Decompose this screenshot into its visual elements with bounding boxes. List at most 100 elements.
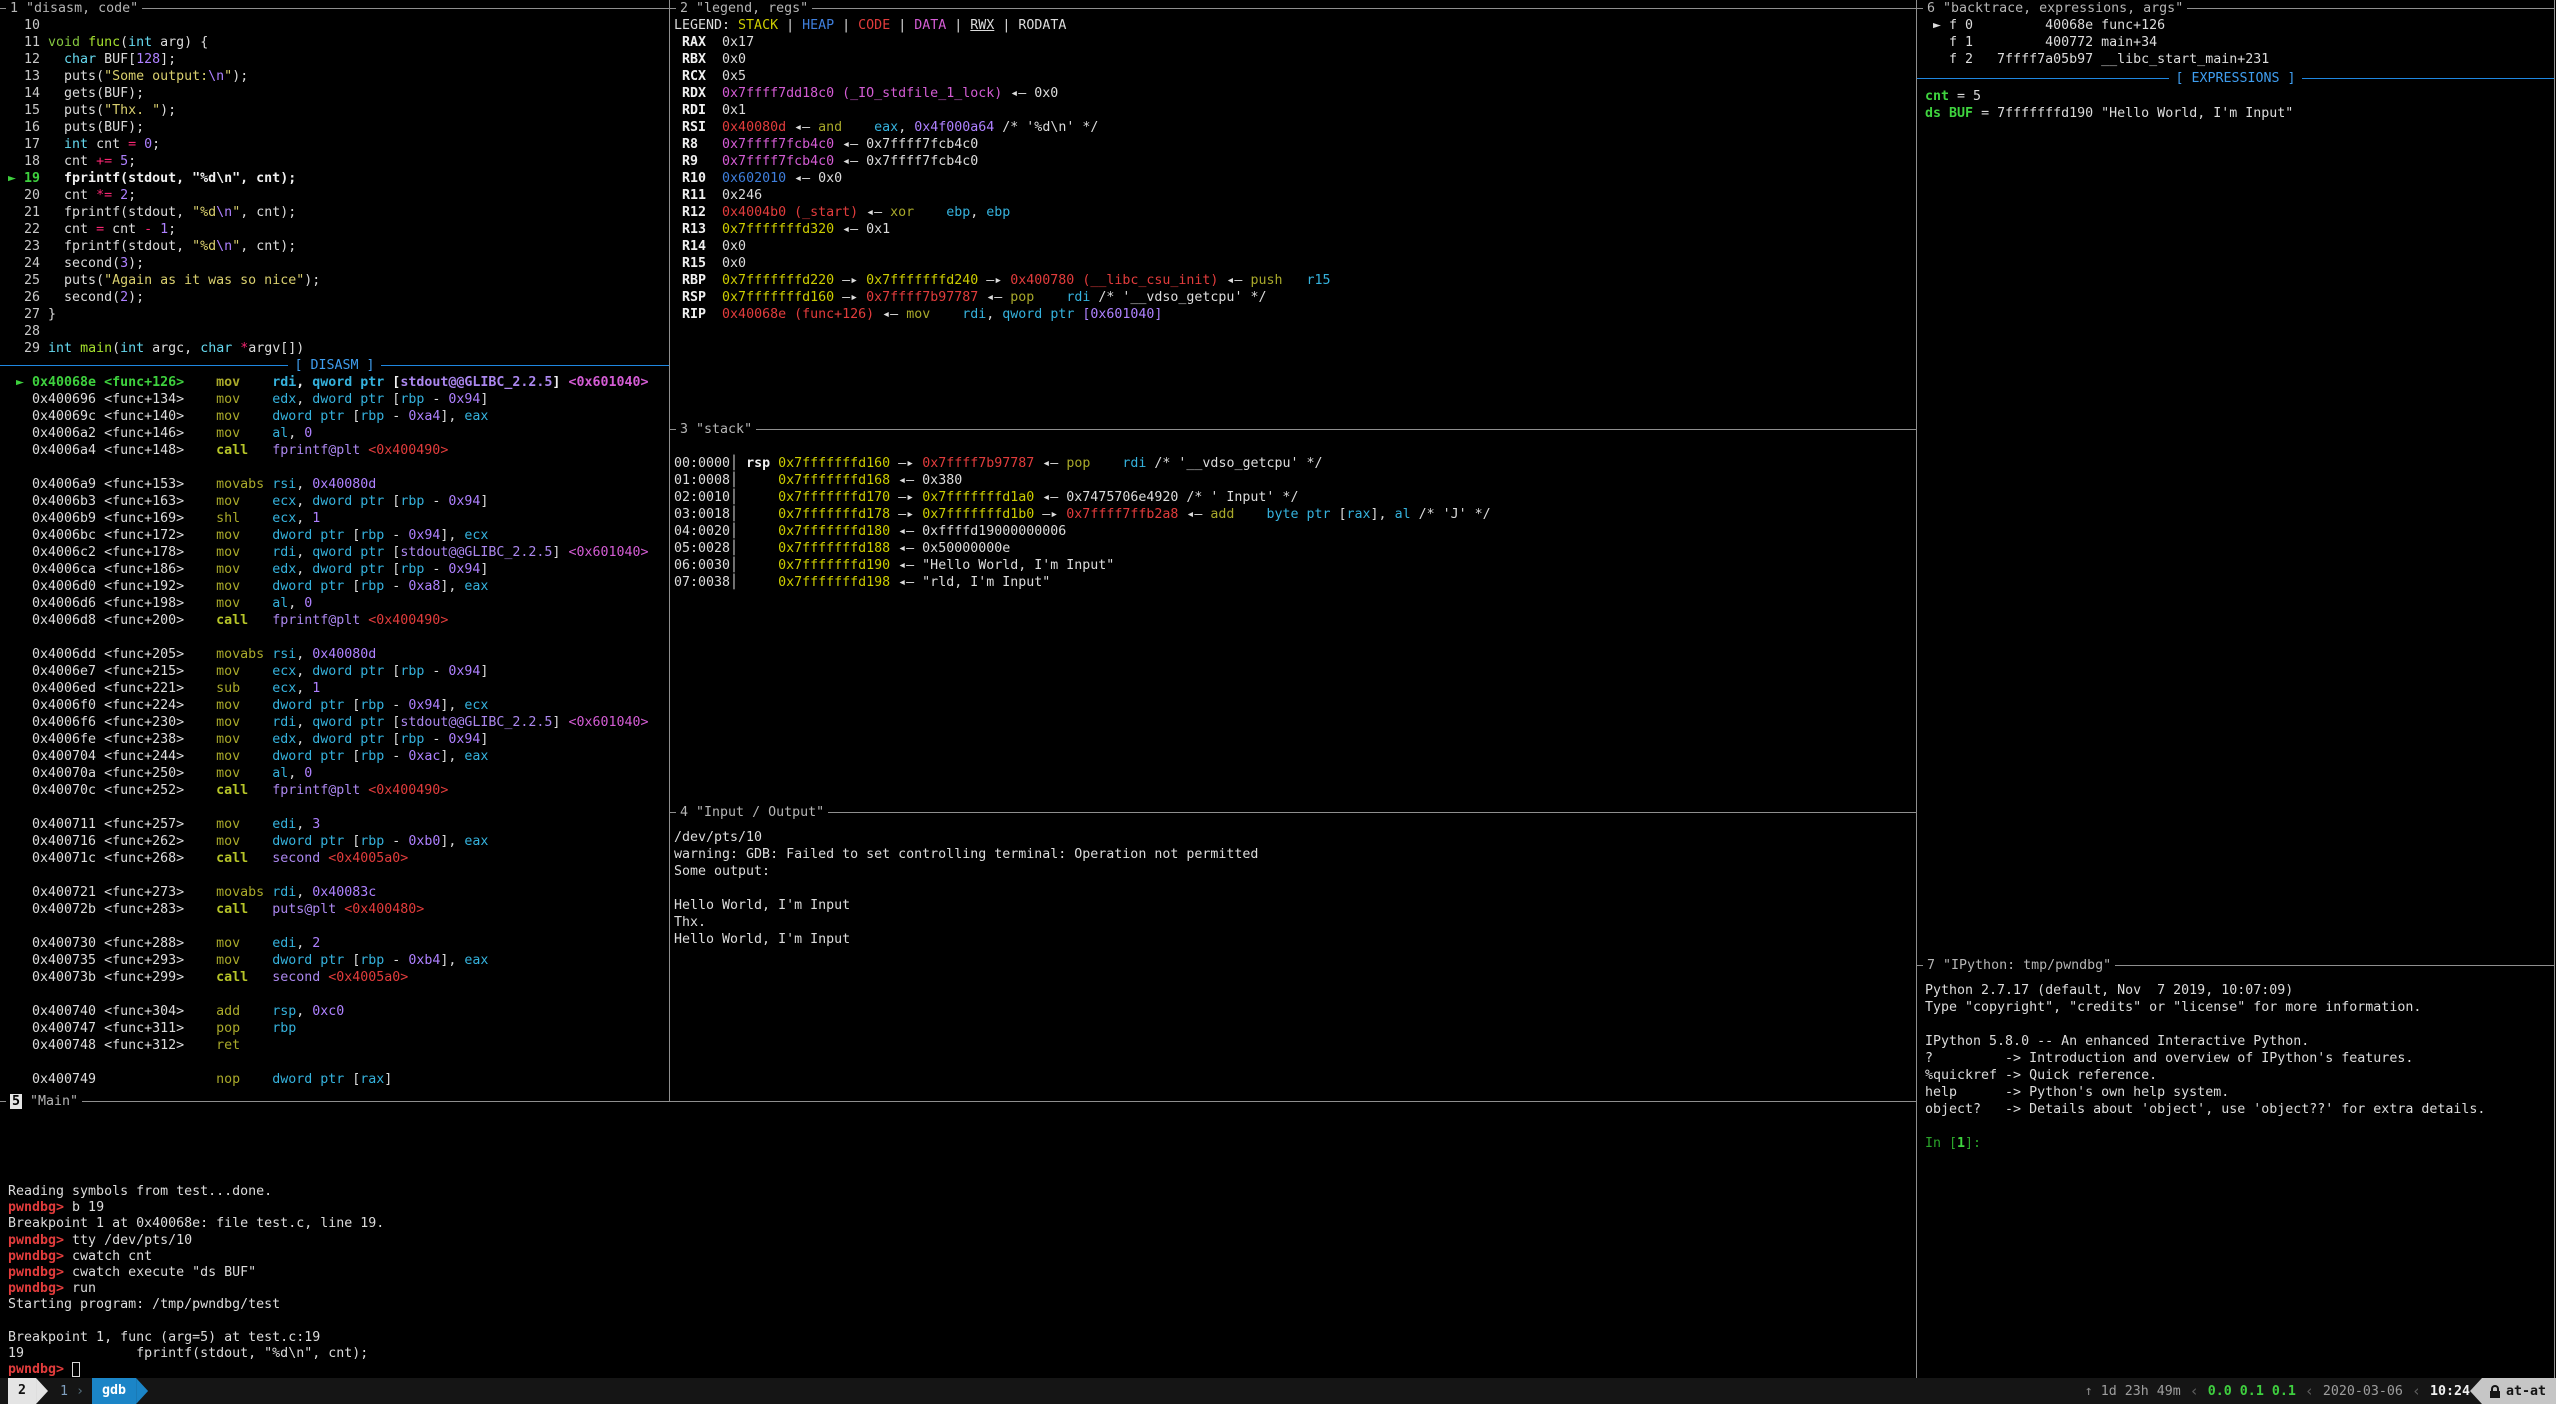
terminal-line: 01:0008│ 0x7fffffffd168 ◂— 0x380 bbox=[674, 472, 1491, 489]
terminal-line: Hello World, I'm Input bbox=[674, 897, 1258, 914]
terminal-line: Hello World, I'm Input bbox=[674, 931, 1258, 948]
terminal-line: 10 bbox=[8, 17, 320, 34]
terminal-line: Breakpoint 1 at 0x40068e: file test.c, l… bbox=[8, 1216, 384, 1232]
stack-rows: 00:0000│ rsp 0x7fffffffd160 —▸ 0x7ffff7b… bbox=[674, 455, 1491, 591]
pane-backtrace[interactable]: ► f 0 40068e func+126 f 1 400772 main+34… bbox=[1917, 0, 2554, 965]
pane-disasm-code[interactable]: 10 11 void func(int arg) { 12 char BUF[1… bbox=[0, 0, 669, 1101]
angle-separator-icon: ‹ bbox=[2296, 1382, 2323, 1400]
terminal-line: ► 19 fprintf(stdout, "%d\n", cnt); bbox=[8, 170, 320, 187]
terminal-line: 24 second(3); bbox=[8, 255, 320, 272]
terminal-line: 0x4006ca <func+186> mov edx, dword ptr [… bbox=[8, 561, 649, 578]
terminal-line: 0x4006a4 <func+148> call fprintf@plt <0x… bbox=[8, 442, 649, 459]
terminal-line: 22 cnt = cnt - 1; bbox=[8, 221, 320, 238]
terminal-line: 0x4006ed <func+221> sub ecx, 1 bbox=[8, 680, 649, 697]
terminal-line: 0x4006b3 <func+163> mov ecx, dword ptr [… bbox=[8, 493, 649, 510]
terminal-line: 0x4006bc <func+172> mov dword ptr [rbp -… bbox=[8, 527, 649, 544]
terminal-line bbox=[1925, 1016, 2485, 1033]
terminal-line: Starting program: /tmp/pwndbg/test bbox=[8, 1297, 384, 1313]
terminal-line: Some output: bbox=[674, 863, 1258, 880]
terminal-line: 06:0030│ 0x7fffffffd190 ◂— "Hello World,… bbox=[674, 557, 1491, 574]
terminal-line: 04:0020│ 0x7fffffffd180 ◂— 0xffffd190000… bbox=[674, 523, 1491, 540]
expressions: cnt = 5ds BUF = 7fffffffd190 "Hello Worl… bbox=[1925, 88, 2293, 122]
window-index[interactable]: 1 bbox=[60, 1384, 68, 1399]
registers: LEGEND: STACK | HEAP | CODE | DATA | RWX… bbox=[674, 17, 1331, 323]
uptime-arrow-icon: ↑ bbox=[2085, 1384, 2093, 1399]
powerline-arrow-icon bbox=[36, 1378, 48, 1404]
terminal-line bbox=[8, 1314, 384, 1330]
ipython-console: Python 2.7.17 (default, Nov 7 2019, 10:0… bbox=[1925, 982, 2485, 1152]
terminal-line: 15 puts("Thx. "); bbox=[8, 102, 320, 119]
terminal-line: pwndbg> bbox=[8, 1362, 384, 1378]
terminal-line: 16 puts(BUF); bbox=[8, 119, 320, 136]
terminal-line: 17 int cnt = 0; bbox=[8, 136, 320, 153]
terminal-line: R14 0x0 bbox=[674, 238, 1331, 255]
disassembly: ► 0x40068e <func+126> mov rdi, qword ptr… bbox=[8, 374, 649, 1088]
powerline-arrow-icon bbox=[2470, 1378, 2482, 1404]
terminal-line: 14 gets(BUF); bbox=[8, 85, 320, 102]
pane-ipython[interactable]: Python 2.7.17 (default, Nov 7 2019, 10:0… bbox=[1917, 965, 2554, 1378]
terminal-line: Thx. bbox=[674, 914, 1258, 931]
terminal-line bbox=[1925, 1118, 2485, 1135]
terminal-line: 21 fprintf(stdout, "%d\n", cnt); bbox=[8, 204, 320, 221]
terminal-line: 0x4006f6 <func+230> mov rdi, qword ptr [… bbox=[8, 714, 649, 731]
pane-legend-regs[interactable]: LEGEND: STACK | HEAP | CODE | DATA | RWX… bbox=[670, 0, 1916, 429]
terminal-line: 0x40070a <func+250> mov al, 0 bbox=[8, 765, 649, 782]
tmux-status-bar: 21›gdb ↑ 1d 23h 49m‹0.0 0.1 0.1‹2020-03-… bbox=[0, 1378, 2556, 1404]
terminal-line: 25 puts("Again as it was so nice"); bbox=[8, 272, 320, 289]
terminal-line: 0x400716 <func+262> mov dword ptr [rbp -… bbox=[8, 833, 649, 850]
terminal-line: 11 void func(int arg) { bbox=[8, 34, 320, 51]
terminal-line: 0x4006b9 <func+169> shl ecx, 1 bbox=[8, 510, 649, 527]
terminal-line: LEGEND: STACK | HEAP | CODE | DATA | RWX… bbox=[674, 17, 1331, 34]
status-left: 21›gdb bbox=[8, 1378, 148, 1404]
terminal-line: RDI 0x1 bbox=[674, 102, 1331, 119]
terminal-line bbox=[8, 918, 649, 935]
terminal-line bbox=[8, 459, 649, 476]
terminal-line: pwndbg> cwatch execute "ds BUF" bbox=[8, 1265, 384, 1281]
pane-stack[interactable]: 00:0000│ rsp 0x7fffffffd160 —▸ 0x7ffff7b… bbox=[670, 429, 1916, 812]
terminal-line: 26 second(2); bbox=[8, 289, 320, 306]
angle-separator-icon: ‹ bbox=[2181, 1382, 2208, 1400]
program-io: /dev/pts/10warning: GDB: Failed to set c… bbox=[674, 829, 1258, 948]
terminal-line: 13 puts("Some output:\n"); bbox=[8, 68, 320, 85]
terminal-line: pwndbg> tty /dev/pts/10 bbox=[8, 1233, 384, 1249]
terminal-line: 23 fprintf(stdout, "%d\n", cnt); bbox=[8, 238, 320, 255]
status-right: ↑ 1d 23h 49m‹0.0 0.1 0.1‹2020-03-06‹10:2… bbox=[2085, 1378, 2470, 1404]
terminal-line: 18 cnt += 5; bbox=[8, 153, 320, 170]
terminal-line: RSI 0x40080d ◂— and eax, 0x4f000a64 /* '… bbox=[674, 119, 1331, 136]
session-indicator[interactable]: 2 bbox=[8, 1378, 36, 1404]
terminal-line: Type "copyright", "credits" or "license"… bbox=[1925, 999, 2485, 1016]
terminal-line: RCX 0x5 bbox=[674, 68, 1331, 85]
terminal-line: 0x400730 <func+288> mov edi, 2 bbox=[8, 935, 649, 952]
terminal-line bbox=[8, 629, 649, 646]
pane-io[interactable]: /dev/pts/10warning: GDB: Failed to set c… bbox=[670, 812, 1916, 1101]
source-code: 10 11 void func(int arg) { 12 char BUF[1… bbox=[8, 17, 320, 357]
load-average: 0.0 0.1 0.1 bbox=[2208, 1384, 2296, 1399]
terminal-line bbox=[8, 867, 649, 884]
terminal-line bbox=[8, 986, 649, 1003]
gdb-console: Reading symbols from test...done. pwndbg>… bbox=[8, 1184, 384, 1378]
window-tab-gdb[interactable]: gdb bbox=[92, 1378, 136, 1404]
terminal-line: 03:0018│ 0x7fffffffd178 —▸ 0x7fffffffd1b… bbox=[674, 506, 1491, 523]
terminal-line: Python 2.7.17 (default, Nov 7 2019, 10:0… bbox=[1925, 982, 2485, 999]
terminal-line: object? -> Details about 'object', use '… bbox=[1925, 1101, 2485, 1118]
backtrace-frames: ► f 0 40068e func+126 f 1 400772 main+34… bbox=[1925, 17, 2269, 68]
terminal-line: Reading symbols from test...done. bbox=[8, 1184, 384, 1200]
terminal-line: 0x40071c <func+268> call second <0x4005a… bbox=[8, 850, 649, 867]
terminal-line: R15 0x0 bbox=[674, 255, 1331, 272]
terminal-line: 0x40069c <func+140> mov dword ptr [rbp -… bbox=[8, 408, 649, 425]
angle-separator-icon: ‹ bbox=[2403, 1382, 2430, 1400]
terminal-line: 07:0038│ 0x7fffffffd198 ◂— "rld, I'm Inp… bbox=[674, 574, 1491, 591]
terminal-line: 0x400747 <func+311> pop rbp bbox=[8, 1020, 649, 1037]
terminal-line: R11 0x246 bbox=[674, 187, 1331, 204]
terminal-line: R12 0x4004b0 (_start) ◂— xor ebp, ebp bbox=[674, 204, 1331, 221]
terminal-line: cnt = 5 bbox=[1925, 88, 2293, 105]
hostname: at-at bbox=[2506, 1384, 2546, 1399]
terminal-line: R9 0x7ffff7fcb4c0 ◂— 0x7ffff7fcb4c0 bbox=[674, 153, 1331, 170]
terminal-line: f 2 7ffff7a05b97 __libc_start_main+231 bbox=[1925, 51, 2269, 68]
terminal-line: In [1]: bbox=[1925, 1135, 2485, 1152]
pane-main[interactable]: Reading symbols from test...done. pwndbg>… bbox=[0, 1101, 1916, 1378]
terminal-line: 0x400696 <func+134> mov edx, dword ptr [… bbox=[8, 391, 649, 408]
terminal-line: 02:0010│ 0x7fffffffd170 —▸ 0x7fffffffd1a… bbox=[674, 489, 1491, 506]
terminal-line: pwndbg> run bbox=[8, 1281, 384, 1297]
terminal-line: 27 } bbox=[8, 306, 320, 323]
